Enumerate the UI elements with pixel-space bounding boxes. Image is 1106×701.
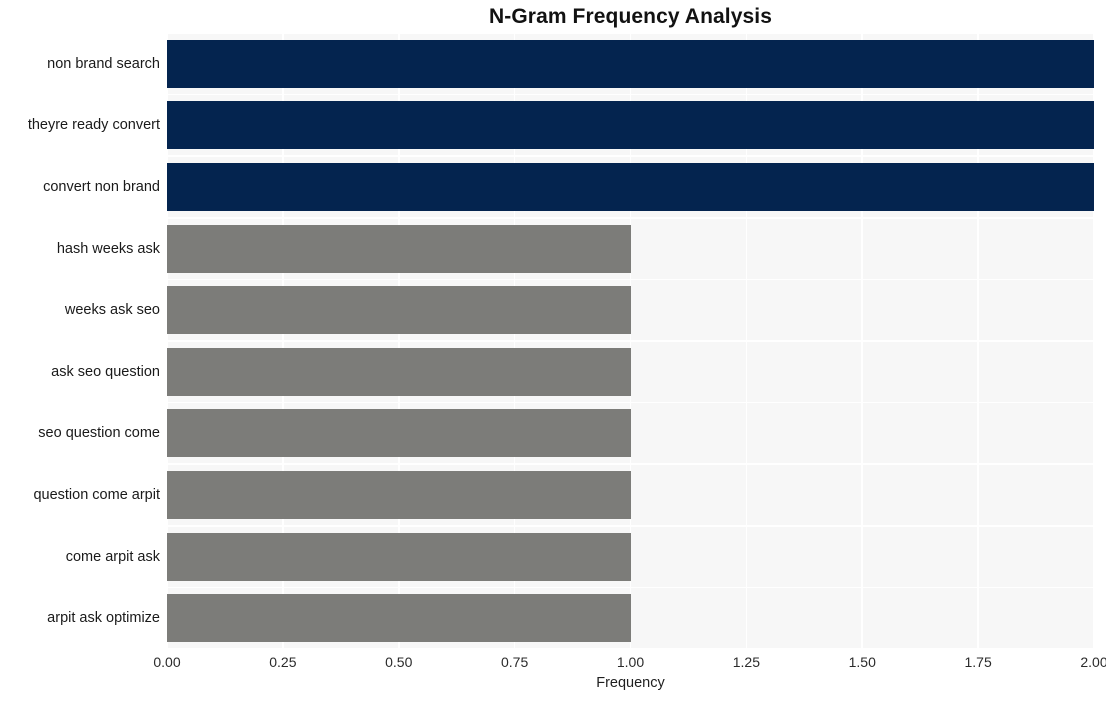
gridline-horizontal [167,155,1094,157]
chart-figure: N-Gram Frequency Analysis non brand sear… [0,0,1106,701]
gridline-horizontal [167,463,1094,465]
x-axis-title: Frequency [596,675,665,691]
x-axis-tick-label: 0.00 [153,654,181,670]
bar [167,532,631,581]
x-axis-tick-label: 0.50 [385,654,413,670]
y-axis-tick-label: weeks ask seo [64,302,160,319]
chart-title: N-Gram Frequency Analysis [489,5,772,28]
bar [167,594,631,643]
x-axis-tick-label: 0.25 [269,654,297,670]
y-axis-tick-label: hash weeks ask [56,240,160,257]
bar [167,286,631,335]
y-axis-tick-label: non brand search [47,55,160,72]
x-axis-tick-label: 0.75 [501,654,529,670]
bar [167,163,1094,211]
gridline-horizontal [167,217,1094,219]
gridline-horizontal [167,278,1094,281]
y-axis-tick-label: seo question come [38,425,160,442]
x-axis-tick-label: 1.75 [964,654,992,670]
bar [167,347,631,396]
bar [167,39,1094,88]
x-axis-tick-label: 1.25 [732,654,760,670]
y-axis-tick-label: theyre ready convert [27,117,160,134]
gridline-horizontal [167,401,1094,404]
x-axis-tick-label: 1.50 [848,654,876,670]
gridline-horizontal [167,340,1094,342]
y-axis-tick-label: ask seo question [51,363,160,380]
x-axis-tick-label: 2.00 [1080,654,1106,670]
gridline-horizontal [167,93,1094,96]
bar [167,409,631,458]
y-axis-tick-label: come arpit ask [65,548,160,565]
gridline-horizontal [167,33,1094,34]
bar [167,101,1094,150]
y-axis-tick-label: convert non brand [43,179,160,195]
bar [167,471,631,519]
x-axis-tick-label: 1.00 [616,654,645,670]
gridline-horizontal [167,586,1094,589]
y-axis-tick-label: arpit ask optimize [47,610,160,627]
gridline-horizontal [167,525,1094,527]
y-axis-tick-label: question come arpit [33,487,160,503]
gridline-horizontal [167,648,1094,649]
plot-area [167,33,1094,649]
bar [167,224,631,273]
